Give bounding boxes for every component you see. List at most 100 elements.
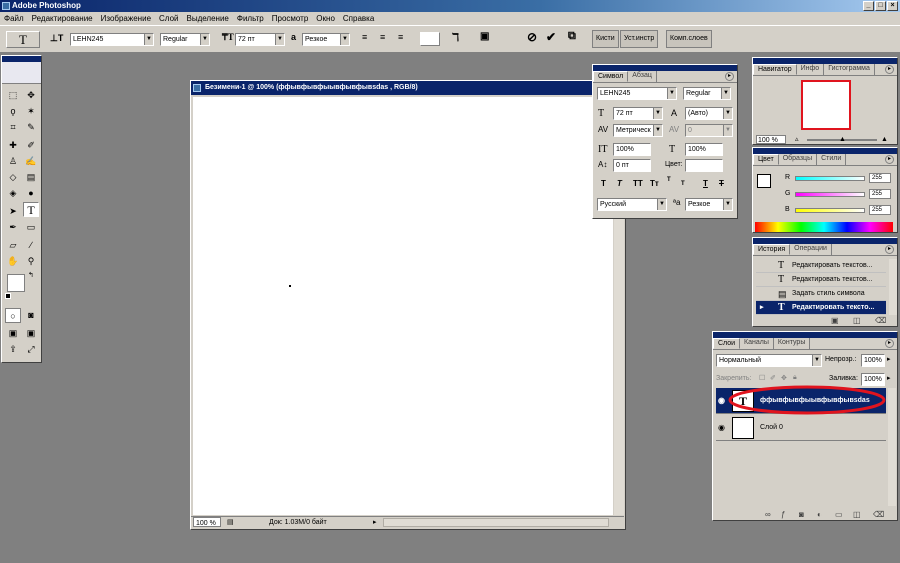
layer-row-background[interactable]: ◉ Слой 0 bbox=[716, 415, 886, 441]
slice-tool-icon[interactable]: ✎ bbox=[23, 120, 39, 135]
tab-navigator[interactable]: Навигатор bbox=[753, 64, 797, 75]
tracking-select[interactable]: 0 ▼ bbox=[685, 124, 733, 137]
magic-wand-tool-icon[interactable]: ✶ bbox=[23, 104, 39, 119]
tab-swatches[interactable]: Образцы bbox=[779, 154, 818, 165]
navigator-thumbnail[interactable] bbox=[801, 80, 851, 130]
healing-brush-icon[interactable]: ✚ bbox=[5, 138, 21, 153]
lock-position-icon[interactable]: ✥ bbox=[781, 374, 787, 382]
minimize-button[interactable]: _ bbox=[863, 1, 874, 11]
move-tool-icon[interactable]: ✥ bbox=[23, 88, 39, 103]
document-titlebar[interactable]: Безимени-1 @ 100% (ффывфывфыывфывфывsdas… bbox=[191, 81, 625, 95]
panel-menu-icon[interactable]: ▸ bbox=[885, 155, 894, 164]
g-slider[interactable] bbox=[795, 192, 865, 197]
feather-logo-icon[interactable] bbox=[2, 62, 41, 84]
history-item-selected[interactable]: ▸ T Редактировать тексто... bbox=[756, 301, 886, 315]
blur-tool-icon[interactable]: ◈ bbox=[5, 186, 21, 201]
tab-layers[interactable]: Слои bbox=[713, 338, 741, 349]
tab-styles[interactable]: Стили bbox=[817, 154, 847, 165]
history-item[interactable]: T Редактировать текстов... bbox=[756, 273, 886, 287]
text-orientation-icon[interactable]: ⊥T bbox=[50, 33, 63, 44]
fullscreen-icon[interactable]: ⤢ bbox=[23, 342, 39, 357]
eraser-tool-icon[interactable]: ◇ bbox=[5, 170, 21, 185]
foreground-color-swatch[interactable] bbox=[7, 274, 25, 292]
tab-actions[interactable]: Операции bbox=[790, 244, 832, 255]
opacity-slider-arrow[interactable]: ▸ bbox=[887, 355, 891, 363]
text-color-swatch[interactable] bbox=[420, 32, 440, 46]
b-value-field[interactable]: 255 bbox=[869, 205, 891, 215]
horizontal-scale-field[interactable]: 100% bbox=[685, 143, 723, 156]
menu-view[interactable]: Просмотр bbox=[272, 14, 309, 23]
superscript-button[interactable]: T bbox=[667, 177, 671, 183]
visibility-eye-icon[interactable]: ◉ bbox=[718, 423, 725, 432]
color-ramp[interactable] bbox=[755, 222, 893, 232]
go-to-bridge-icon[interactable]: ⧉ bbox=[568, 30, 576, 43]
leading-select[interactable]: (Авто) ▼ bbox=[685, 107, 733, 120]
history-item[interactable]: T Редактировать текстов... bbox=[756, 259, 886, 273]
panel-menu-icon[interactable]: ▸ bbox=[725, 72, 734, 81]
align-center-icon[interactable]: ≡ bbox=[380, 32, 385, 42]
palettes-toggle-icon[interactable]: ▣ bbox=[480, 31, 489, 42]
lasso-tool-icon[interactable]: ϙ bbox=[5, 104, 21, 119]
layers-scrollbar[interactable] bbox=[888, 388, 896, 506]
g-value-field[interactable]: 255 bbox=[869, 189, 891, 199]
palette-well-tab-brushes[interactable]: Кисти bbox=[592, 30, 619, 48]
small-caps-button[interactable]: Tт bbox=[650, 179, 659, 188]
jump-to-imageready-icon[interactable]: ⇪ bbox=[5, 342, 21, 357]
zoom-out-icon[interactable]: ▵ bbox=[795, 135, 799, 145]
delete-layer-icon[interactable]: ⌫ bbox=[873, 510, 884, 519]
type-tool-icon[interactable]: T bbox=[23, 202, 39, 217]
new-group-icon[interactable]: ▭ bbox=[835, 510, 843, 519]
blend-mode-select[interactable]: Нормальный ▼ bbox=[716, 354, 822, 367]
history-brush-icon[interactable]: ✍ bbox=[23, 154, 39, 169]
layer-mask-icon[interactable]: ◙ bbox=[799, 510, 804, 519]
adjustment-layer-icon[interactable]: ◐ bbox=[817, 510, 822, 519]
menu-filter[interactable]: Фильтр bbox=[237, 14, 264, 23]
panel-menu-icon[interactable]: ▸ bbox=[885, 65, 894, 74]
tab-character[interactable]: Символ bbox=[593, 71, 629, 82]
tab-channels[interactable]: Каналы bbox=[740, 338, 774, 349]
fill-slider-arrow[interactable]: ▸ bbox=[887, 374, 891, 382]
delete-state-icon[interactable]: ⌫ bbox=[875, 316, 886, 325]
navigator-zoom-field[interactable]: 100 % bbox=[756, 135, 786, 144]
tab-color[interactable]: Цвет bbox=[753, 154, 779, 165]
menu-file[interactable]: Файл bbox=[4, 14, 24, 23]
screen-mode-standard-icon[interactable]: ▣ bbox=[5, 326, 21, 341]
clone-stamp-icon[interactable]: ♙ bbox=[5, 154, 21, 169]
dodge-tool-icon[interactable]: ● bbox=[23, 186, 39, 201]
b-slider[interactable] bbox=[795, 208, 865, 213]
menu-image[interactable]: Изображение bbox=[101, 14, 151, 23]
path-selection-icon[interactable]: ➤ bbox=[5, 204, 21, 219]
tab-histogram[interactable]: Гистограмма bbox=[824, 64, 875, 75]
tab-history[interactable]: История bbox=[753, 244, 791, 255]
align-right-icon[interactable]: ≡ bbox=[398, 32, 403, 42]
commit-icon[interactable]: ✔ bbox=[546, 30, 556, 44]
quick-mask-icon[interactable]: ◙ bbox=[23, 308, 39, 323]
default-colors-icon[interactable] bbox=[5, 293, 11, 299]
language-select[interactable]: Русский ▼ bbox=[597, 198, 667, 211]
document-canvas[interactable] bbox=[193, 97, 613, 515]
layer-name[interactable]: Слой 0 bbox=[760, 424, 783, 431]
all-caps-button[interactable]: TT bbox=[633, 179, 643, 188]
menu-layer[interactable]: Слой bbox=[159, 14, 178, 23]
baseline-shift-field[interactable]: 0 пт bbox=[613, 159, 651, 172]
panel-menu-icon[interactable]: ▸ bbox=[885, 339, 894, 348]
char-font-style-select[interactable]: Regular ▼ bbox=[683, 87, 731, 100]
underline-button[interactable]: T bbox=[703, 179, 708, 188]
zoom-field[interactable]: 100 % bbox=[193, 517, 221, 527]
vertical-scale-field[interactable]: 100% bbox=[613, 143, 651, 156]
brush-tool-icon[interactable]: ✐ bbox=[23, 138, 39, 153]
palette-well-tab-presets[interactable]: Уст.инстр bbox=[620, 30, 659, 48]
standard-mode-icon[interactable]: ○ bbox=[5, 308, 21, 323]
maximize-button[interactable]: □ bbox=[875, 1, 886, 11]
zoom-tool-icon[interactable]: ⚲ bbox=[23, 254, 39, 269]
history-item[interactable]: ▤ Задать стиль символа bbox=[756, 287, 886, 301]
history-scrollbar[interactable] bbox=[889, 259, 897, 315]
kerning-select[interactable]: Метрическ ▼ bbox=[613, 124, 663, 137]
font-style-select[interactable]: Regular ▼ bbox=[160, 33, 210, 46]
faux-bold-button[interactable]: T bbox=[601, 179, 606, 188]
eyedropper-tool-icon[interactable]: ∕ bbox=[23, 238, 39, 253]
link-layers-icon[interactable]: ∞ bbox=[765, 510, 771, 519]
palette-well-tab-layer-comps[interactable]: Комп.слоев bbox=[666, 30, 712, 48]
layer-style-icon[interactable]: ƒ bbox=[781, 510, 785, 519]
marquee-tool-icon[interactable]: ⬚ bbox=[5, 88, 21, 103]
